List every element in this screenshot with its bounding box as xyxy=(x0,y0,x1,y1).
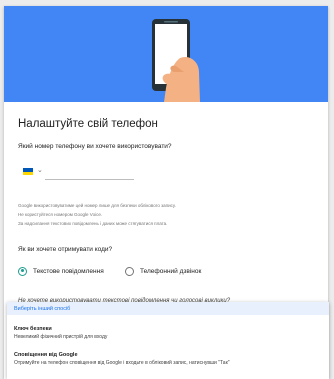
info-line: Google використовуватиме цей номер лише … xyxy=(18,203,176,208)
radio-text-message[interactable]: Текстове повідомлення xyxy=(18,265,104,277)
page-title: Налаштуйте свій телефон xyxy=(18,118,158,130)
menu-item-description: Невеликий фізичний пристрій для входу xyxy=(14,334,108,340)
phone-question: Який номер телефону ви хочете використов… xyxy=(18,143,172,150)
menu-item-title: Ключ безпеки xyxy=(14,326,52,332)
radio-phone-call[interactable]: Телефонний дзвінок xyxy=(125,265,201,277)
radio-checked-icon[interactable] xyxy=(18,266,27,276)
radio-label: Телефонний дзвінок xyxy=(140,267,202,275)
menu-item-google-prompt[interactable]: Сповіщення від Google Отримуйте на телеф… xyxy=(14,352,230,366)
alternative-methods-menu: Виберіть інший спосіб Ключ безпеки Невел… xyxy=(7,302,329,379)
phone-row: ⌄ xyxy=(18,164,134,180)
radio-label: Текстове повідомлення xyxy=(33,267,104,275)
radio-unchecked-icon[interactable] xyxy=(125,266,134,276)
menu-item-title: Сповіщення від Google xyxy=(14,352,78,358)
info-line: Не користуйтеся номером Google Voice. xyxy=(18,212,103,217)
menu-header[interactable]: Виберіть інший спосіб xyxy=(7,302,329,315)
info-line: За надсилання текстових повідомлень і да… xyxy=(18,221,168,226)
menu-header-label: Виберіть інший спосіб xyxy=(14,306,71,312)
phone-number-input[interactable] xyxy=(45,170,134,180)
code-question: Як ви хочете отримувати коди? xyxy=(18,246,113,253)
country-flag-icon[interactable] xyxy=(23,168,33,175)
menu-item-security-key[interactable]: Ключ безпеки Невеликий фізичний пристрій… xyxy=(14,326,107,340)
hero-banner xyxy=(4,6,328,102)
chevron-down-icon[interactable]: ⌄ xyxy=(37,166,43,174)
info-text: Google використовуватиме цей номер лише … xyxy=(18,201,176,228)
menu-item-description: Отримуйте на телефон сповіщення від Goog… xyxy=(14,360,230,366)
phone-in-hand-illustration xyxy=(152,19,200,102)
